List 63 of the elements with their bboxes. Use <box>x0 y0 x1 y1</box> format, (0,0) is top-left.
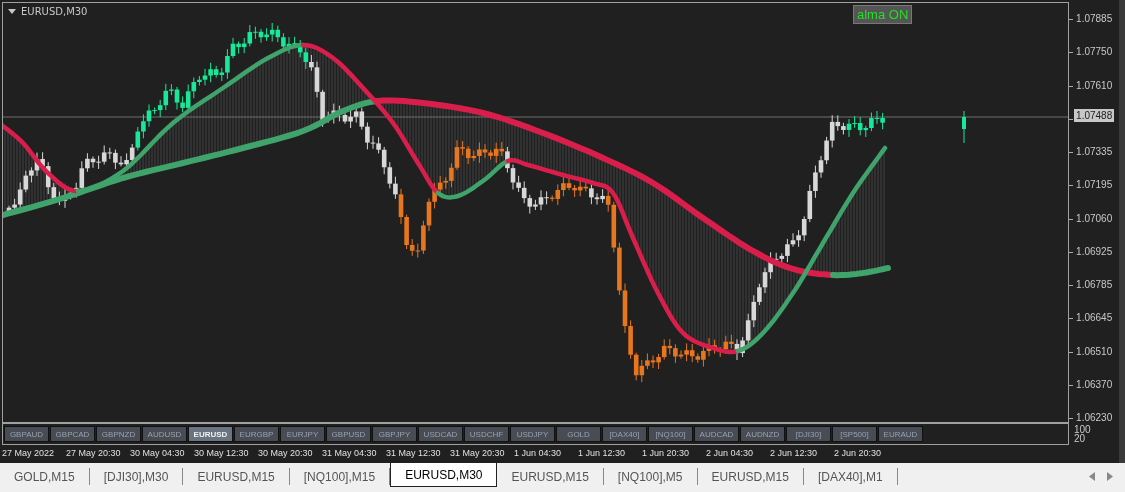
price-label: 1.06510 <box>1076 344 1113 359</box>
time-label: 1 Jun 20:30 <box>642 448 691 458</box>
chart-tab[interactable]: EURUSD,M30 <box>390 463 498 487</box>
time-label: 2 Jun 04:30 <box>706 448 755 458</box>
chart-tab[interactable]: [DAX40],M1 <box>803 468 898 485</box>
chart-tab[interactable]: EURUSD,M15 <box>697 468 804 485</box>
time-label: 30 May 04:30 <box>130 448 186 458</box>
price-label: 1.07885 <box>1076 12 1113 26</box>
price-label: 1.06370 <box>1076 377 1113 392</box>
symbol-button[interactable]: EURGBP <box>234 426 279 442</box>
time-label: 27 May 2022 <box>2 448 56 458</box>
chart-tab[interactable]: GOLD,M15 <box>0 468 90 485</box>
price-label: 1.07060 <box>1076 211 1113 226</box>
scroll-right-icon[interactable] <box>1107 472 1113 481</box>
time-label: 30 May 20:30 <box>258 448 314 458</box>
indicator-level-label: 20 <box>1074 434 1086 443</box>
price-label: 1.07195 <box>1076 178 1113 193</box>
symbol-button[interactable]: GBPNZD <box>96 426 141 442</box>
time-label: 31 May 20:30 <box>450 448 506 458</box>
time-label: 2 Jun 12:30 <box>770 448 819 458</box>
symbol-button[interactable]: USDCHF <box>464 426 509 442</box>
time-label: 31 May 12:30 <box>386 448 442 458</box>
symbol-button[interactable]: [DJI30] <box>786 426 831 442</box>
price-label: 1.07750 <box>1076 45 1113 60</box>
symbol-button[interactable]: AUDCAD <box>694 426 739 442</box>
symbol-button[interactable]: [DAX40] <box>602 426 647 442</box>
time-label: 1 Jun 04:30 <box>514 448 563 458</box>
current-price-label: 1.07488 <box>1074 109 1115 122</box>
chart-tab[interactable]: EURUSD,M15 <box>497 468 604 485</box>
chart-tab[interactable]: EURUSD,M15 <box>183 468 290 485</box>
symbol-button[interactable]: GBPCAD <box>50 426 95 442</box>
time-label: 31 May 04:30 <box>322 448 378 458</box>
symbol-button[interactable]: EURUSD <box>188 426 233 442</box>
symbol-button[interactable]: EURAUD <box>878 426 923 442</box>
time-label: 2 Jun 20:30 <box>834 448 883 458</box>
price-label: 1.06230 <box>1076 411 1113 425</box>
chart-title: EURUSD,M30 <box>21 6 88 17</box>
symbol-button[interactable]: USDCAD <box>418 426 463 442</box>
candle <box>962 110 966 144</box>
symbol-button[interactable]: GBPAUD <box>4 426 49 442</box>
symbol-button[interactable]: [SP500] <box>832 426 877 442</box>
chart-tab[interactable]: [NQ100],M5 <box>603 468 698 485</box>
symbol-button[interactable]: GOLD <box>556 426 601 442</box>
time-label: 30 May 12:30 <box>194 448 250 458</box>
price-label: 1.06925 <box>1076 244 1113 259</box>
indicator-level-label: 100 <box>1074 425 1091 434</box>
time-label: 1 Jun 12:30 <box>578 448 627 458</box>
symbol-button[interactable]: USDJPY <box>510 426 555 442</box>
time-label: 27 May 20:30 <box>66 448 122 458</box>
symbol-button[interactable]: AUDUSD <box>142 426 187 442</box>
chart-tab[interactable]: [DJI30],M30 <box>89 468 184 485</box>
dropdown-icon[interactable] <box>8 9 16 14</box>
price-label: 1.06785 <box>1076 278 1113 292</box>
price-label: 1.07610 <box>1076 78 1113 93</box>
symbol-button[interactable]: GBPJPY <box>372 426 417 442</box>
price-label: 1.06645 <box>1076 311 1113 326</box>
symbol-button[interactable]: [NQ100] <box>648 426 693 442</box>
symbol-button[interactable]: GBPUSD <box>326 426 371 442</box>
symbol-button[interactable]: EURJPY <box>280 426 325 442</box>
indicator-toggle-button[interactable]: alma ON <box>853 5 913 24</box>
scroll-left-icon[interactable] <box>1089 472 1095 481</box>
symbol-button[interactable]: AUDNZD <box>740 426 785 442</box>
price-label: 1.07335 <box>1076 145 1113 159</box>
